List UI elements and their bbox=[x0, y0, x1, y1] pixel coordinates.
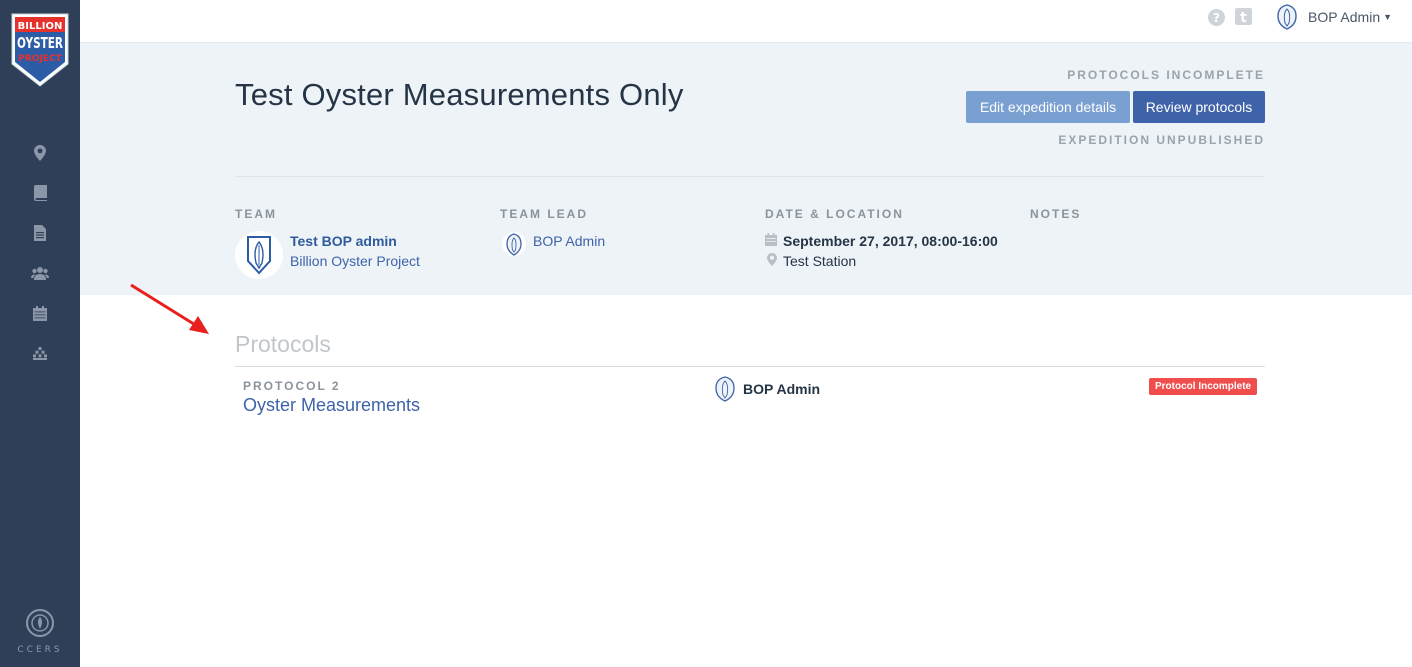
map-marker-icon bbox=[34, 145, 46, 161]
caret-down-icon: ▼ bbox=[1383, 12, 1393, 22]
protocol-number: PROTOCOL 2 bbox=[243, 379, 341, 393]
svg-text:PROJECT: PROJECT bbox=[18, 54, 62, 64]
publish-status: EXPEDITION UNPUBLISHED bbox=[1058, 133, 1265, 147]
chart-icon bbox=[33, 347, 47, 360]
user-name: BOP Admin bbox=[1308, 9, 1381, 25]
edit-expedition-button[interactable]: Edit expedition details bbox=[966, 91, 1130, 123]
expedition-header: Test Oyster Measurements Only PROTOCOLS … bbox=[80, 43, 1412, 295]
calendar-icon bbox=[765, 233, 777, 246]
ccers-label: CCERS bbox=[17, 645, 63, 655]
protocols-heading: Protocols bbox=[235, 331, 331, 357]
document-icon bbox=[34, 225, 46, 241]
question-circle-icon[interactable]: ? bbox=[1208, 9, 1225, 26]
protocols-status: PROTOCOLS INCOMPLETE bbox=[1067, 68, 1265, 82]
svg-text:t: t bbox=[1240, 10, 1247, 25]
team-lead-label: TEAM LEAD bbox=[500, 207, 588, 221]
book-icon bbox=[33, 185, 47, 201]
sidebar-item-book[interactable] bbox=[30, 183, 50, 203]
sidebar: BILLION OYSTER PROJECT CCERS bbox=[0, 0, 80, 667]
calendar-icon bbox=[33, 305, 47, 321]
red-arrow-annotation bbox=[125, 280, 215, 340]
sidebar-item-calendar[interactable] bbox=[30, 303, 50, 323]
notes-label: NOTES bbox=[1030, 207, 1082, 221]
avatar bbox=[1277, 4, 1297, 30]
billion-oyster-project-logo[interactable]: BILLION OYSTER PROJECT bbox=[10, 12, 70, 88]
users-icon bbox=[31, 267, 49, 280]
divider bbox=[235, 176, 1265, 177]
team-name-link[interactable]: Test BOP admin bbox=[290, 233, 397, 249]
ccers-link[interactable]: CCERS bbox=[0, 608, 80, 655]
map-marker-icon bbox=[767, 253, 777, 266]
team-org-link[interactable]: Billion Oyster Project bbox=[290, 253, 420, 269]
tumblr-icon[interactable]: t bbox=[1235, 8, 1252, 26]
svg-text:OYSTER: OYSTER bbox=[17, 34, 63, 52]
svg-text:BILLION: BILLION bbox=[18, 21, 63, 32]
svg-text:?: ? bbox=[1213, 11, 1220, 25]
oyster-logo-icon bbox=[247, 236, 271, 275]
review-protocols-button[interactable]: Review protocols bbox=[1133, 91, 1265, 123]
team-avatar[interactable] bbox=[235, 231, 283, 279]
avatar bbox=[714, 376, 736, 402]
expedition-date: September 27, 2017, 08:00-16:00 bbox=[783, 233, 998, 249]
team-lead-link[interactable]: BOP Admin bbox=[533, 233, 605, 249]
page-title: Test Oyster Measurements Only bbox=[235, 77, 684, 112]
status-badge: Protocol Incomplete bbox=[1149, 378, 1258, 395]
protocol-name-link[interactable]: Oyster Measurements bbox=[243, 395, 420, 416]
ccers-logo-icon bbox=[26, 609, 54, 637]
protocol-owner: BOP Admin bbox=[743, 381, 821, 397]
sidebar-item-data[interactable] bbox=[30, 344, 50, 364]
divider bbox=[235, 366, 1265, 367]
user-menu[interactable]: BOP Admin ▼ bbox=[1276, 4, 1392, 30]
date-location-label: DATE & LOCATION bbox=[765, 207, 904, 221]
expedition-location: Test Station bbox=[783, 253, 857, 269]
sidebar-item-documents[interactable] bbox=[30, 223, 50, 243]
sidebar-item-people[interactable] bbox=[30, 263, 50, 283]
sidebar-item-map[interactable] bbox=[30, 143, 50, 163]
team-label: TEAM bbox=[235, 207, 277, 221]
avatar bbox=[501, 230, 527, 258]
topbar: ? t BOP Admin ▼ bbox=[80, 0, 1412, 43]
